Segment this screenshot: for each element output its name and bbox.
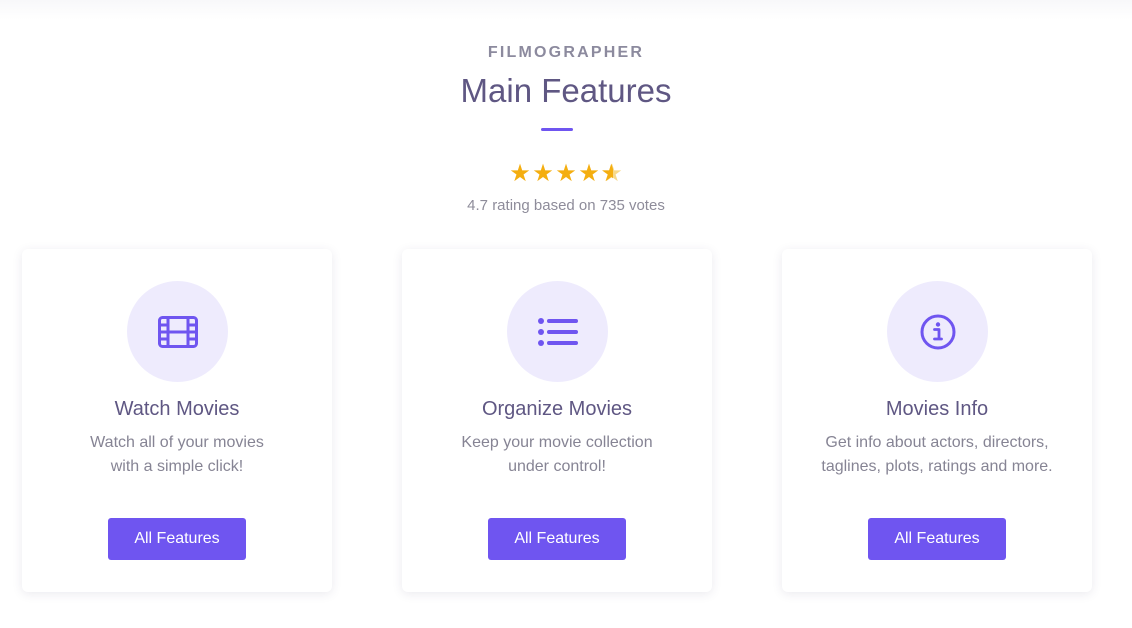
all-features-button[interactable]: All Features: [108, 518, 246, 560]
card-description-line: under control!: [508, 458, 606, 475]
card-title: Watch Movies: [114, 398, 240, 420]
page-title: Main Features: [460, 72, 672, 109]
card-title: Organize Movies: [481, 398, 633, 420]
list-icon: [507, 281, 608, 382]
half-star-icon: ★ ★: [600, 160, 623, 187]
star-icon: ★: [555, 160, 577, 187]
star-icon: ★: [578, 160, 600, 187]
star-rating: ★★★★★ ★: [0, 160, 1132, 188]
info-icon: [887, 281, 988, 382]
rating-summary: 4.7 rating based on 735 votes: [467, 197, 665, 214]
star-icon: ★: [509, 160, 531, 187]
card-description-line: Keep your movie collection: [461, 434, 653, 451]
card-description: Keep your movie collection under control…: [422, 431, 692, 479]
card-description-line: with a simple click!: [110, 458, 244, 475]
all-features-button[interactable]: All Features: [488, 518, 626, 560]
feature-card-watch-movies: Watch Movies Watch all of your movies wi…: [22, 249, 332, 592]
card-description-line: taglines, plots, ratings and more.: [821, 458, 1053, 475]
card-description-line: Get info about actors, directors,: [825, 434, 1049, 451]
film-icon: [127, 281, 228, 382]
card-title: Movies Info: [885, 398, 989, 420]
star-icon: ★: [532, 160, 554, 187]
feature-card-movies-info: Movies Info Get info about actors, direc…: [782, 249, 1092, 592]
all-features-button[interactable]: All Features: [868, 518, 1006, 560]
card-description: Watch all of your movies with a simple c…: [42, 431, 312, 479]
card-description-line: Watch all of your movies: [90, 434, 264, 451]
card-description: Get info about actors, directors, taglin…: [802, 431, 1072, 479]
top-strip: [0, 0, 1132, 20]
title-divider: [541, 128, 573, 131]
feature-card-organize-movies: Organize Movies Keep your movie collecti…: [402, 249, 712, 592]
eyebrow-label: FILMOGRAPHER: [487, 44, 645, 61]
